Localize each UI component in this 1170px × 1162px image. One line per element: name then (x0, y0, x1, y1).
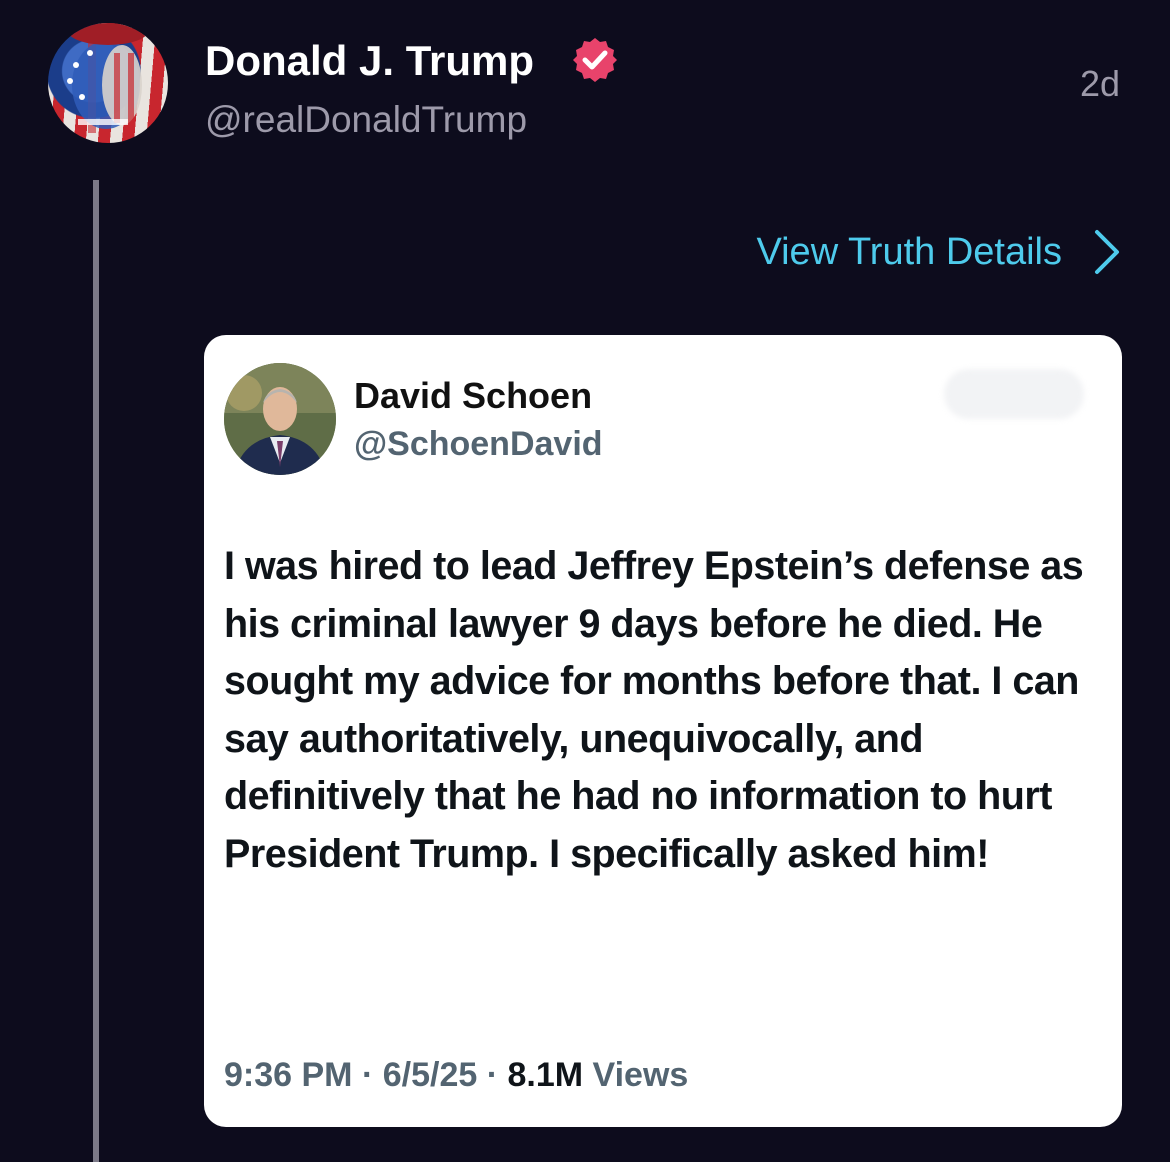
quoted-author-name: David Schoen (354, 375, 593, 416)
view-truth-details-label: View Truth Details (756, 230, 1062, 273)
verified-badge-icon (573, 38, 617, 82)
quoted-date: 6/5/25 (382, 1056, 478, 1094)
thread-line (93, 180, 99, 1162)
views-count: 8.1M (507, 1056, 584, 1094)
view-truth-details-link[interactable]: View Truth Details (756, 222, 1122, 282)
quoted-avatar (224, 363, 336, 475)
quoted-post-meta: 9:36 PM · 6/5/25 · 8.1M Views (224, 1053, 688, 1097)
author-handle[interactable]: @realDonaldTrump (205, 98, 527, 142)
chevron-right-icon (1095, 230, 1119, 274)
quoted-time: 9:36 PM (224, 1056, 353, 1094)
quoted-post-image[interactable]: David Schoen @SchoenDavid I was hired to… (204, 335, 1122, 1127)
avatar[interactable] (48, 23, 168, 143)
meta-separator: · (361, 1056, 383, 1094)
author-name[interactable]: Donald J. Trump (205, 36, 534, 86)
quoted-post-text: I was hired to lead Jeffrey Epstein’s de… (224, 544, 1084, 876)
blurred-follow-button (944, 369, 1084, 419)
meta-separator: · (486, 1056, 508, 1094)
post-timestamp: 2d (1079, 63, 1120, 104)
views-label: Views (592, 1056, 689, 1094)
quoted-author-handle: @SchoenDavid (354, 425, 603, 463)
